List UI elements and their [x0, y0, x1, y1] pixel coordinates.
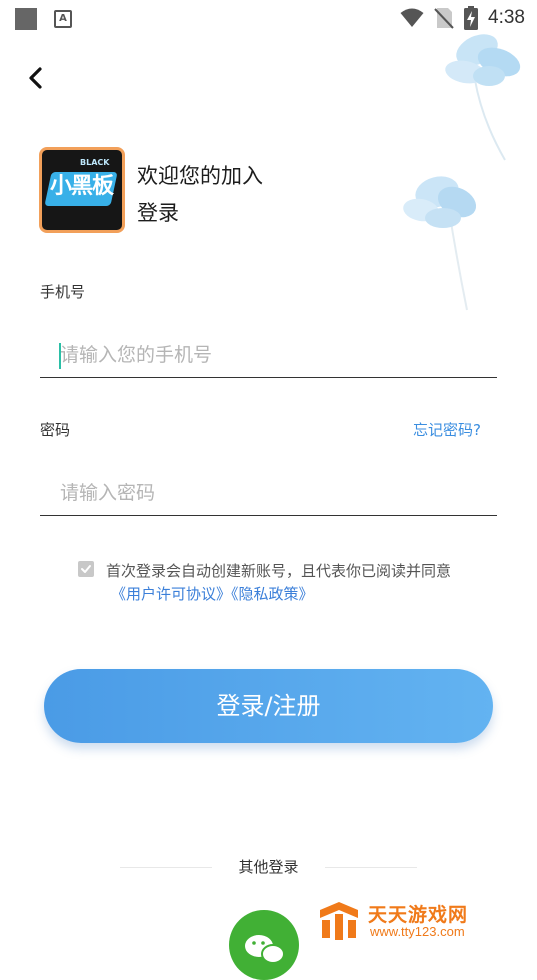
back-arrow-icon[interactable]: [22, 64, 50, 92]
agreement-text: 首次登录会自动创建新账号，且代表你已阅读并同意: [106, 562, 452, 580]
wifi-icon: [400, 8, 424, 27]
agreement-links: 《用户许可协议》《隐私政策》: [111, 583, 314, 604]
checkmark-icon: [81, 565, 91, 573]
decorative-flowers: [403, 34, 521, 311]
watermark-url: www.tty123.com: [370, 924, 465, 939]
user-license-link[interactable]: 《用户许可协议》: [111, 585, 231, 603]
status-icons: 4:38: [400, 6, 525, 30]
other-login-divider: 其他登录: [120, 856, 417, 880]
notification-a-icon: A: [54, 10, 72, 28]
phone-input[interactable]: [40, 333, 497, 377]
site-watermark: 天天游戏网 www.tty123.com: [316, 898, 516, 946]
privacy-policy-link[interactable]: 《隐私政策》: [231, 585, 314, 603]
clock: 4:38: [488, 7, 525, 28]
logo-small-text: BLACK: [80, 158, 110, 167]
login-subtitle: 登录: [137, 201, 179, 225]
logo-image: BLACK 小黑板: [42, 150, 122, 230]
logo-main-text: 小黑板: [50, 174, 114, 199]
no-sim-icon: [434, 8, 454, 29]
watermark-title: 天天游戏网: [368, 904, 469, 926]
login-register-button[interactable]: 登录/注册: [44, 669, 493, 743]
watermark-logo-icon: [320, 902, 358, 940]
wechat-icon: [245, 935, 285, 964]
wechat-login-button[interactable]: [229, 910, 299, 980]
text-cursor: [59, 343, 61, 369]
agreement-checkbox[interactable]: [78, 561, 94, 577]
phone-field-wrap: [40, 333, 497, 378]
phone-label: 手机号: [40, 283, 86, 301]
status-bar: A 4:38: [0, 0, 537, 36]
app-logo: BLACK 小黑板: [39, 147, 125, 233]
forgot-password-link[interactable]: 忘记密码?: [413, 419, 481, 440]
battery-charging-icon: [464, 6, 479, 30]
password-label: 密码: [40, 421, 71, 439]
divider-line-right: [325, 867, 417, 868]
notification-square-icon: [15, 8, 37, 30]
password-field-wrap: [40, 471, 497, 516]
welcome-title: 欢迎您的加入: [137, 164, 263, 188]
password-input[interactable]: [40, 471, 497, 515]
